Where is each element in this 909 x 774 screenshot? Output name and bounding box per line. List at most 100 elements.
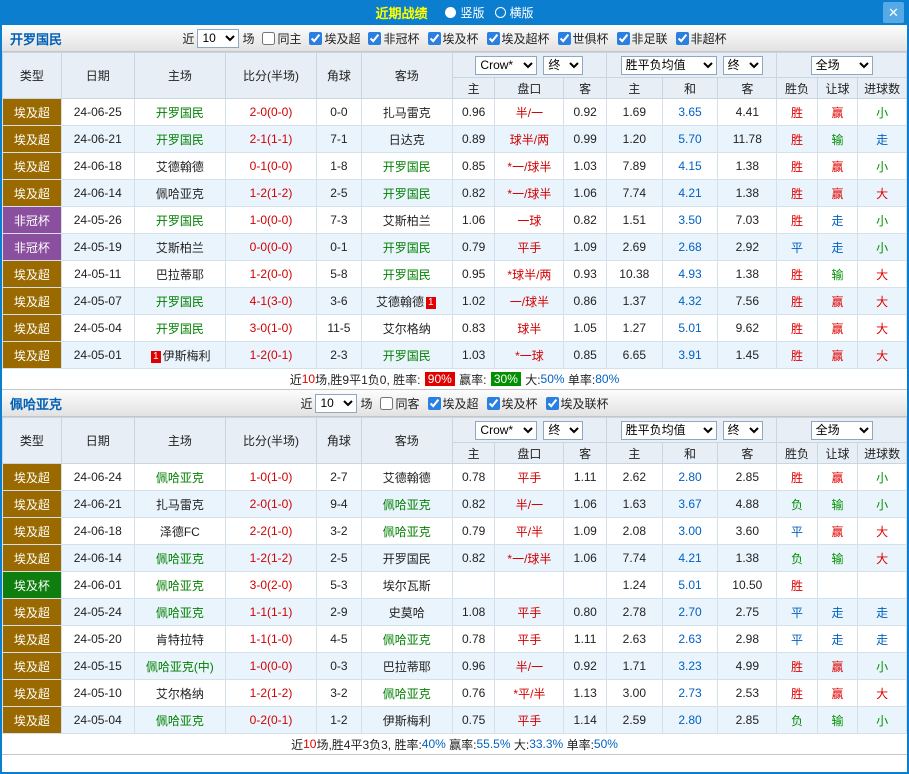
home-team[interactable]: 艾斯柏兰 (133, 233, 226, 261)
score-halftime[interactable]: 4-1(3-0) (224, 287, 318, 315)
away-team[interactable]: 伊斯梅利 (360, 706, 453, 734)
competition-filter-1-checkbox[interactable] (309, 31, 323, 45)
home-team[interactable]: 巴拉蒂耶 (133, 260, 226, 288)
away-team[interactable]: 开罗国民 (360, 152, 453, 180)
away-team[interactable]: 史莫哈 (360, 598, 453, 626)
home-team[interactable]: 艾德翰德 (133, 152, 226, 180)
competition-filter-7[interactable]: 非超杯 (671, 30, 727, 47)
close-button[interactable]: ✕ (883, 2, 904, 23)
competition-filter-1[interactable]: 埃及超 (423, 395, 479, 412)
score-halftime[interactable]: 1-1(1-1) (224, 598, 318, 626)
competition-filter-5[interactable]: 世俱杯 (553, 30, 609, 47)
home-team[interactable]: 泽德FC (133, 517, 226, 545)
score-halftime[interactable]: 2-1(1-1) (224, 125, 318, 153)
away-team[interactable]: 艾德翰德 1 (360, 287, 453, 315)
home-team[interactable]: 扎马雷克 (133, 490, 226, 518)
competition-filter-4[interactable]: 埃及超杯 (482, 30, 550, 47)
away-team[interactable]: 佩哈亚克 (360, 679, 453, 707)
away-team[interactable]: 艾斯柏兰 (360, 206, 453, 234)
score-halftime[interactable]: 3-0(2-0) (224, 571, 318, 599)
score-halftime[interactable]: 1-0(0-0) (224, 206, 318, 234)
competition-filter-2-checkbox[interactable] (368, 31, 382, 45)
scope-select[interactable]: 全场 (810, 420, 873, 440)
home-team[interactable]: 开罗国民 (133, 314, 226, 342)
same-venue-filter[interactable]: 同客 (375, 395, 420, 412)
competition-filter-2-checkbox[interactable] (486, 396, 500, 410)
away-team[interactable]: 开罗国民 (360, 179, 453, 207)
competition-filter-5-checkbox[interactable] (557, 31, 571, 45)
score-halftime[interactable]: 2-0(0-0) (224, 98, 318, 126)
same-venue-filter-checkbox[interactable] (380, 396, 394, 410)
recent-count-select[interactable]: 10 (315, 393, 358, 413)
asian-final-select[interactable]: 终 (543, 55, 584, 75)
home-team[interactable]: 开罗国民 (133, 206, 226, 234)
recent-count-select[interactable]: 10 (197, 28, 240, 48)
home-team[interactable]: 佩哈亚克 (133, 598, 226, 626)
home-team[interactable]: 1 伊斯梅利 (133, 341, 226, 369)
score-halftime[interactable]: 1-2(1-2) (224, 179, 318, 207)
competition-filter-6[interactable]: 非足联 (612, 30, 668, 47)
score-halftime[interactable]: 0-1(0-0) (224, 152, 318, 180)
home-team[interactable]: 开罗国民 (133, 287, 226, 315)
score-halftime[interactable]: 2-0(1-0) (224, 490, 318, 518)
same-venue-filter[interactable]: 同主 (257, 30, 301, 47)
away-team[interactable]: 开罗国民 (360, 233, 453, 261)
away-team[interactable]: 日达克 (360, 125, 453, 153)
score-halftime[interactable]: 1-0(1-0) (224, 463, 318, 491)
home-team[interactable]: 佩哈亚克(中) (133, 652, 226, 680)
home-team[interactable]: 开罗国民 (133, 98, 226, 126)
asian-final-select[interactable]: 终 (543, 420, 584, 440)
score-halftime[interactable]: 1-2(1-2) (224, 679, 318, 707)
bookmaker-select[interactable]: Crow* (475, 55, 538, 75)
score-halftime[interactable]: 1-2(1-2) (224, 544, 318, 572)
away-team[interactable]: 开罗国民 (360, 341, 453, 369)
competition-filter-2[interactable]: 埃及杯 (482, 395, 538, 412)
competition-filter-4-checkbox[interactable] (486, 31, 500, 45)
away-team[interactable]: 佩哈亚克 (360, 517, 453, 545)
competition-filter-3[interactable]: 埃及杯 (423, 30, 479, 47)
away-team[interactable]: 巴拉蒂耶 (360, 652, 453, 680)
europe-final-select[interactable]: 终 (722, 420, 763, 440)
away-team[interactable]: 佩哈亚克 (360, 625, 453, 653)
competition-filter-6-checkbox[interactable] (616, 31, 630, 45)
score-halftime[interactable]: 1-1(1-0) (224, 625, 318, 653)
bookmaker-select[interactable]: Crow* (475, 420, 538, 440)
europe-odds-select[interactable]: 胜平负均值 (620, 55, 717, 75)
competition-filter-3-checkbox[interactable] (545, 396, 559, 410)
away-team[interactable]: 艾德翰德 (360, 463, 453, 491)
competition-filter-2[interactable]: 非冠杯 (363, 30, 420, 47)
score-halftime[interactable]: 0-2(0-1) (224, 706, 318, 734)
away-team[interactable]: 艾尔格纳 (360, 314, 453, 342)
away-team[interactable]: 佩哈亚克 (360, 490, 453, 518)
home-team[interactable]: 佩哈亚克 (133, 571, 226, 599)
away-team[interactable]: 开罗国民 (360, 544, 453, 572)
competition-filter-3-checkbox[interactable] (427, 31, 441, 45)
score-halftime[interactable]: 3-0(1-0) (224, 314, 318, 342)
same-venue-filter-checkbox[interactable] (262, 31, 276, 45)
scope-select[interactable]: 全场 (810, 55, 873, 75)
home-team[interactable]: 肯特拉特 (133, 625, 226, 653)
competition-filter-1-checkbox[interactable] (427, 396, 441, 410)
away-team[interactable]: 埃尔瓦斯 (360, 571, 453, 599)
competition-filter-3[interactable]: 埃及联杯 (541, 395, 609, 412)
score-halftime[interactable]: 2-2(1-0) (224, 517, 318, 545)
layout-vertical-radio[interactable]: 竖版 (445, 4, 485, 21)
competition-filter-1[interactable]: 埃及超 (304, 30, 360, 47)
europe-final-select[interactable]: 终 (722, 55, 763, 75)
away-team[interactable]: 开罗国民 (360, 260, 453, 288)
score-halftime[interactable]: 1-2(0-1) (224, 341, 318, 369)
home-team[interactable]: 佩哈亚克 (133, 463, 226, 491)
asian-home-odds: 0.78 (451, 625, 496, 653)
competition-filter-7-checkbox[interactable] (675, 31, 689, 45)
away-team[interactable]: 扎马雷克 (360, 98, 453, 126)
home-team[interactable]: 佩哈亚克 (133, 179, 226, 207)
home-team[interactable]: 艾尔格纳 (133, 679, 226, 707)
home-team[interactable]: 佩哈亚克 (133, 706, 226, 734)
home-team[interactable]: 佩哈亚克 (133, 544, 226, 572)
layout-horizontal-radio[interactable]: 横版 (494, 4, 534, 21)
score-halftime[interactable]: 1-0(0-0) (224, 652, 318, 680)
europe-odds-select[interactable]: 胜平负均值 (620, 420, 717, 440)
score-halftime[interactable]: 1-2(0-0) (224, 260, 318, 288)
home-team[interactable]: 开罗国民 (133, 125, 226, 153)
score-halftime[interactable]: 0-0(0-0) (224, 233, 318, 261)
